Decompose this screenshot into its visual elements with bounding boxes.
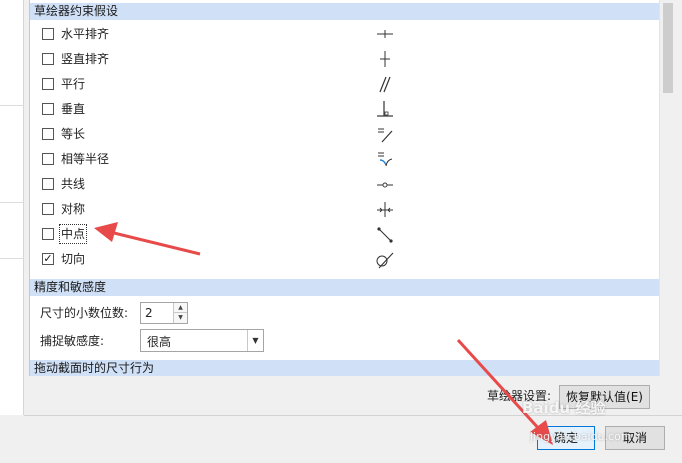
constraint-row-perpendicular[interactable]: 垂直 [30,97,659,122]
constraint-row-symmetric[interactable]: 对称 [30,197,659,222]
vertical-constraint-icon [374,48,396,70]
snap-sensitivity-dropdown[interactable]: 很高 ▼ [140,329,264,352]
constraint-label: 水平排齐 [61,27,110,41]
checkbox-equal-length[interactable] [42,128,54,140]
checkbox-parallel[interactable] [42,78,54,90]
sketcher-options-panel: 草绘器约束假设 水平排齐 竖直排齐 平行 垂直 等长 相等半径 共线 对称 中点… [29,0,659,376]
equal-length-constraint-icon [374,123,396,145]
checkbox-tangent[interactable]: ✓ [42,253,54,265]
watermark-url: jingyan.baidu.com [530,430,632,443]
constraint-row-collinear[interactable]: 共线 [30,172,659,197]
midpoint-constraint-icon [374,223,396,245]
snap-sensitivity-value: 很高 [147,335,172,349]
constraint-label: 垂直 [61,102,86,116]
equal-radius-constraint-icon [374,148,396,170]
left-navigation-pane [0,0,24,415]
decimal-places-spinner[interactable]: 2 ▲ ▼ [140,302,188,324]
watermark-brand: Baidu 经验 [522,399,606,417]
constraint-row-parallel[interactable]: 平行 [30,72,659,97]
pane-divider [0,105,24,106]
horizontal-constraint-icon [374,23,396,45]
pane-divider [0,258,24,259]
vertical-scrollbar[interactable] [659,0,676,376]
checkbox-vertical[interactable] [42,53,54,65]
constraint-label: 共线 [61,177,86,191]
checkbox-symmetric[interactable] [42,203,54,215]
checkbox-equal-radius[interactable] [42,153,54,165]
symmetric-constraint-icon [374,198,396,220]
constraint-label: 平行 [61,77,86,91]
constraint-row-horizontal[interactable]: 水平排齐 [30,22,659,47]
section-header-constraints: 草绘器约束假设 [30,3,659,20]
parallel-constraint-icon [374,73,396,95]
constraint-label: 竖直排齐 [61,52,110,66]
constraint-row-tangent[interactable]: ✓ 切向 [30,247,659,272]
sensitivity-label: 捕捉敏感度: [40,334,105,348]
constraint-row-vertical[interactable]: 竖直排齐 [30,47,659,72]
decimals-label: 尺寸的小数位数: [40,306,129,320]
checkbox-horizontal[interactable] [42,28,54,40]
spin-up-arrow-icon[interactable]: ▲ [173,303,187,313]
constraint-label: 相等半径 [61,152,110,166]
constraint-label: 等长 [61,127,86,141]
pane-divider [0,202,24,203]
chevron-down-icon[interactable]: ▼ [247,330,263,351]
scrollbar-thumb[interactable] [663,3,673,93]
spin-down-arrow-icon[interactable]: ▼ [173,313,187,323]
perpendicular-constraint-icon [374,98,396,120]
collinear-constraint-icon [374,173,396,195]
checkbox-midpoint[interactable] [42,228,54,240]
checkbox-perpendicular[interactable] [42,103,54,115]
constraint-label: 中点 [58,224,88,244]
section-header-precision: 精度和敏感度 [30,279,659,296]
section-header-drag-behavior: 拖动截面时的尺寸行为 [30,360,659,376]
decimal-places-value[interactable]: 2 [145,306,153,320]
constraint-row-equal-radius[interactable]: 相等半径 [30,147,659,172]
constraint-label: 对称 [61,202,86,216]
constraint-row-equal-length[interactable]: 等长 [30,122,659,147]
checkbox-collinear[interactable] [42,178,54,190]
constraint-label: 切向 [61,252,86,266]
constraint-row-midpoint[interactable]: 中点 [30,222,659,247]
tangent-constraint-icon [374,248,396,270]
